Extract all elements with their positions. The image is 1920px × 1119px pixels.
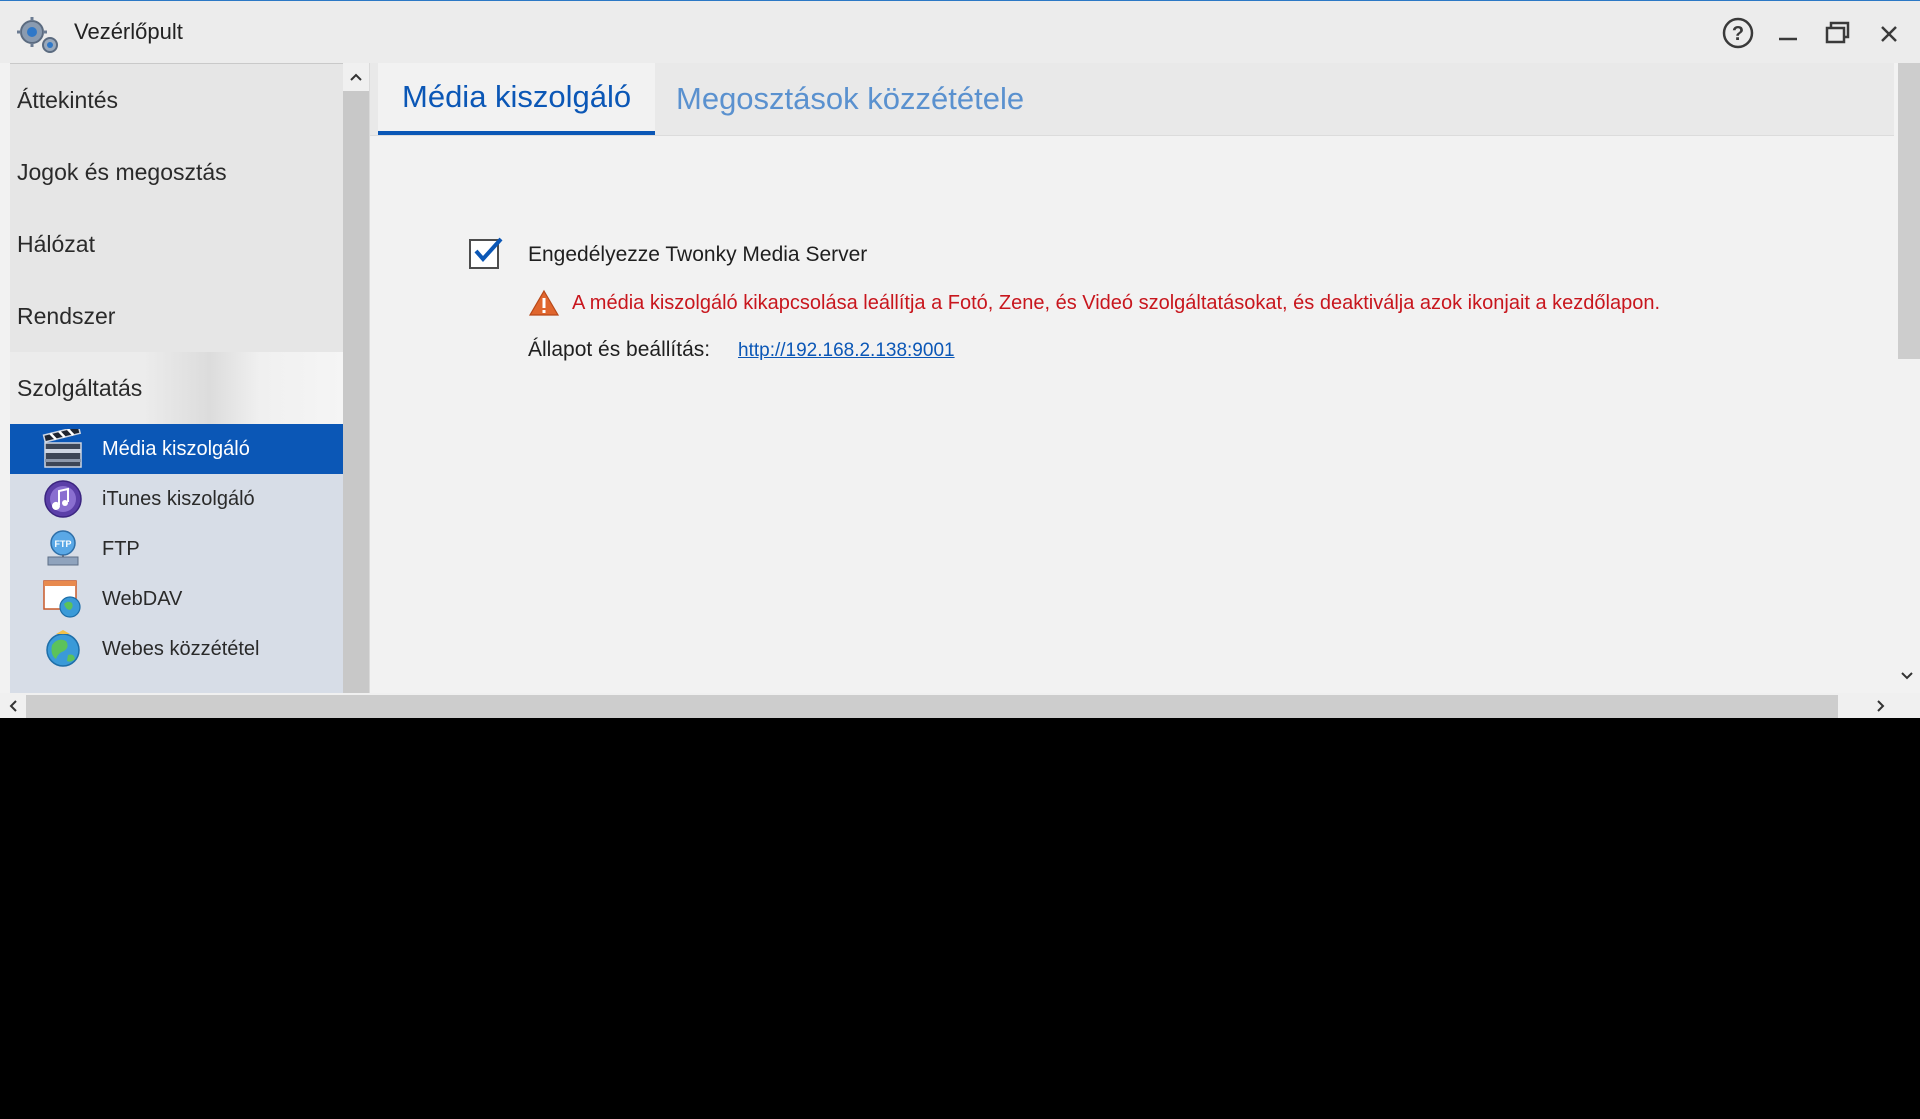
submenu-item-label: FTP bbox=[102, 537, 140, 560]
submenu-item-itunes-server[interactable]: iTunes kiszolgáló bbox=[10, 474, 343, 524]
close-icon bbox=[1881, 26, 1897, 42]
chevron-down-icon bbox=[1901, 672, 1913, 680]
submenu-item-media-server[interactable]: Média kiszolgáló bbox=[10, 424, 343, 474]
horizontal-scroll-thumb[interactable] bbox=[26, 695, 1838, 718]
sidebar-item-label: Rendszer bbox=[17, 302, 116, 329]
scroll-up-button[interactable] bbox=[343, 63, 369, 91]
sidebar-item-label: Áttekintés bbox=[17, 86, 118, 113]
clapperboard-icon bbox=[42, 429, 82, 468]
help-button[interactable]: ? bbox=[1718, 13, 1758, 53]
gears-icon bbox=[17, 17, 58, 53]
window-title: Vezérlőpult bbox=[74, 19, 183, 44]
warning-icon bbox=[528, 289, 560, 316]
sidebar-item-system[interactable]: Rendszer bbox=[10, 280, 343, 352]
sidebar-item-label: Jogok és megosztás bbox=[17, 158, 227, 185]
music-note-icon bbox=[44, 480, 82, 518]
sidebar-scroll-track[interactable] bbox=[343, 91, 369, 693]
submenu-item-webdav[interactable]: WebDAV bbox=[10, 574, 343, 624]
scroll-down-button[interactable] bbox=[1894, 663, 1920, 689]
svg-text:FTP: FTP bbox=[55, 539, 72, 549]
sidebar-item-network[interactable]: Hálózat bbox=[10, 208, 343, 280]
sidebar-item-overview[interactable]: Áttekintés bbox=[10, 64, 343, 136]
services-submenu: Média kiszolgáló iTunes kiszolgáló FTP F… bbox=[10, 424, 343, 694]
ftp-icon: FTP bbox=[47, 530, 79, 566]
minimize-button[interactable] bbox=[1768, 13, 1808, 53]
sidebar-scrollbar[interactable] bbox=[343, 63, 369, 693]
content-scroll-thumb[interactable] bbox=[1898, 63, 1920, 359]
submenu-item-ftp[interactable]: FTP FTP bbox=[10, 524, 343, 574]
status-settings-link[interactable]: http://192.168.2.138:9001 bbox=[738, 340, 955, 362]
sidebar-item-services[interactable]: Szolgáltatás bbox=[10, 352, 343, 424]
chevron-left-icon bbox=[9, 700, 17, 712]
chevron-up-icon bbox=[350, 73, 362, 81]
sidebar: Áttekintés Jogok és megosztás Hálózat Re… bbox=[10, 63, 343, 694]
tab-publish-shares[interactable]: Megosztások közzététele bbox=[652, 63, 1048, 135]
submenu-item-label: Webes közzététel bbox=[102, 637, 260, 660]
content-scrollbar[interactable] bbox=[1894, 63, 1920, 693]
scroll-right-button[interactable] bbox=[1868, 693, 1894, 718]
submenu-item-web-publishing[interactable]: Webes közzététel bbox=[10, 624, 343, 674]
close-button[interactable] bbox=[1868, 13, 1908, 53]
enable-twonky-label: Engedélyezze Twonky Media Server bbox=[528, 243, 868, 266]
sidebar-item-label: Hálózat bbox=[17, 230, 95, 257]
main-content: Média kiszolgáló Megosztások közzététele… bbox=[369, 63, 1895, 693]
scroll-left-button[interactable] bbox=[0, 693, 26, 718]
horizontal-scrollbar[interactable] bbox=[0, 693, 1920, 718]
submenu-item-label: iTunes kiszolgáló bbox=[102, 487, 255, 510]
tab-label: Média kiszolgáló bbox=[402, 79, 632, 114]
control-panel-window: Vezérlőpult ? Áttekintés Jogok és megosz… bbox=[0, 0, 1920, 718]
maximize-button[interactable] bbox=[1818, 13, 1858, 53]
sidebar-item-permissions[interactable]: Jogok és megosztás bbox=[10, 136, 343, 208]
enable-twonky-checkbox[interactable] bbox=[469, 237, 503, 269]
minimize-icon bbox=[1779, 37, 1797, 41]
status-settings-label: Állapot és beállítás: bbox=[528, 338, 711, 361]
warning-text: A média kiszolgáló kikapcsolása leállítj… bbox=[572, 292, 1661, 314]
maximize-icon bbox=[1825, 21, 1850, 44]
submenu-item-label: WebDAV bbox=[102, 587, 183, 610]
chevron-right-icon bbox=[1877, 700, 1885, 712]
submenu-item-label: Média kiszolgáló bbox=[102, 437, 250, 460]
svg-text:?: ? bbox=[1732, 23, 1744, 45]
sidebar-item-label: Szolgáltatás bbox=[17, 374, 143, 401]
checkmark-icon bbox=[474, 237, 503, 263]
tab-label: Megosztások közzététele bbox=[676, 81, 1025, 116]
tab-bar: Média kiszolgáló Megosztások közzététele bbox=[370, 63, 1895, 136]
help-icon: ? bbox=[1722, 17, 1754, 49]
webdav-globe-icon bbox=[43, 580, 81, 618]
title-bar: Vezérlőpult ? bbox=[0, 1, 1920, 63]
tab-media-server[interactable]: Média kiszolgáló bbox=[378, 63, 656, 135]
globe-icon bbox=[46, 630, 80, 667]
